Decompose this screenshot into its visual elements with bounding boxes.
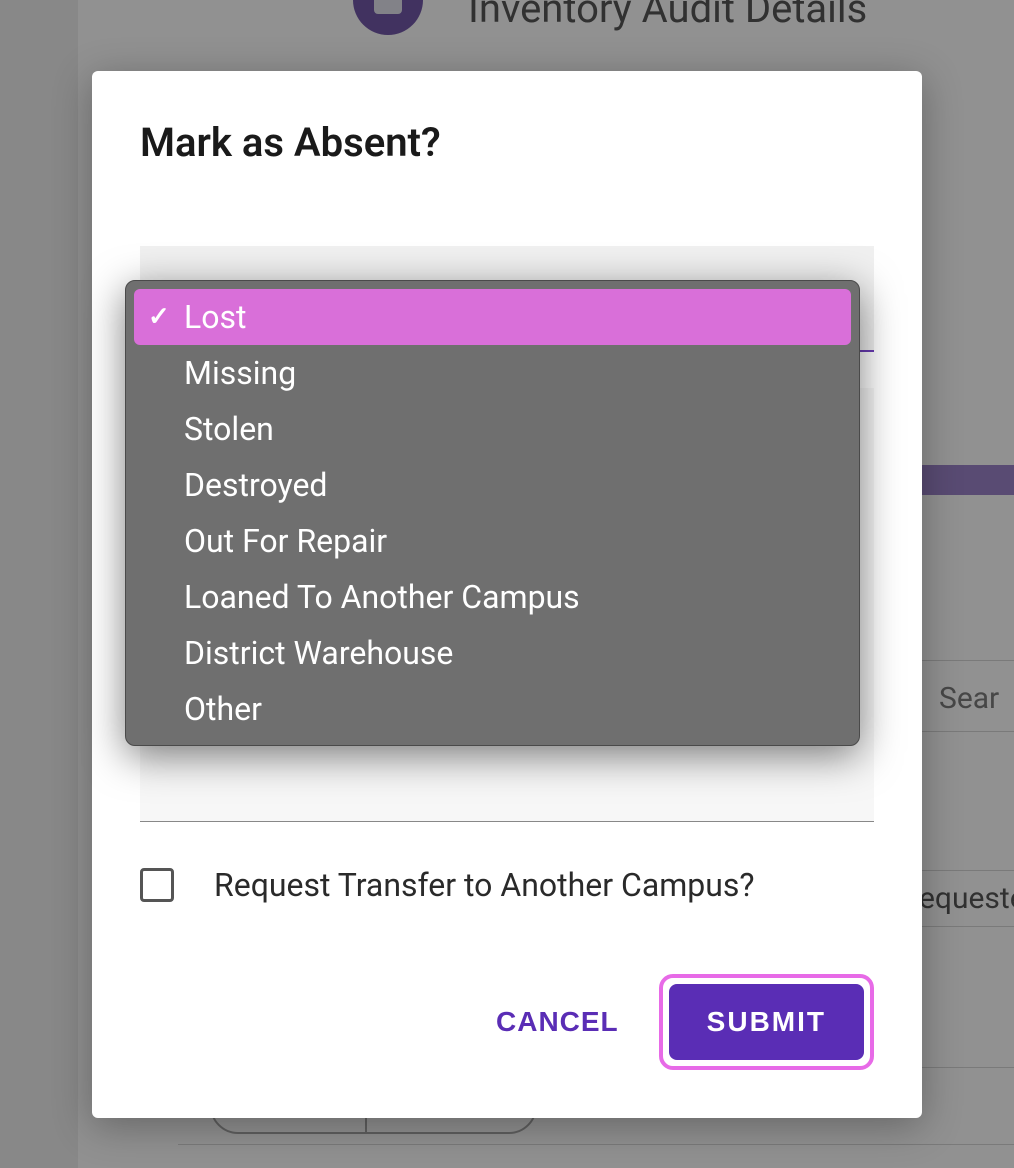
dropdown-option-out-for-repair[interactable]: Out For Repair <box>134 513 851 569</box>
dropdown-option-other[interactable]: Other <box>134 681 851 737</box>
dropdown-option-missing[interactable]: Missing <box>134 345 851 401</box>
reason-dropdown[interactable]: Lost Missing Stolen Destroyed Out For Re… <box>125 280 860 746</box>
dropdown-option-stolen[interactable]: Stolen <box>134 401 851 457</box>
modal-actions: CANCEL SUBMIT <box>140 974 874 1070</box>
request-transfer-row[interactable]: Request Transfer to Another Campus? <box>140 866 874 904</box>
request-transfer-label: Request Transfer to Another Campus? <box>214 866 755 904</box>
dropdown-option-loaned[interactable]: Loaned To Another Campus <box>134 569 851 625</box>
submit-highlight: SUBMIT <box>659 974 874 1070</box>
dropdown-option-lost[interactable]: Lost <box>134 289 851 345</box>
modal-title: Mark as Absent? <box>140 119 874 166</box>
request-transfer-checkbox[interactable] <box>140 868 174 902</box>
dropdown-option-destroyed[interactable]: Destroyed <box>134 457 851 513</box>
dropdown-option-district-warehouse[interactable]: District Warehouse <box>134 625 851 681</box>
submit-button[interactable]: SUBMIT <box>669 984 864 1060</box>
cancel-button[interactable]: CANCEL <box>484 988 631 1056</box>
